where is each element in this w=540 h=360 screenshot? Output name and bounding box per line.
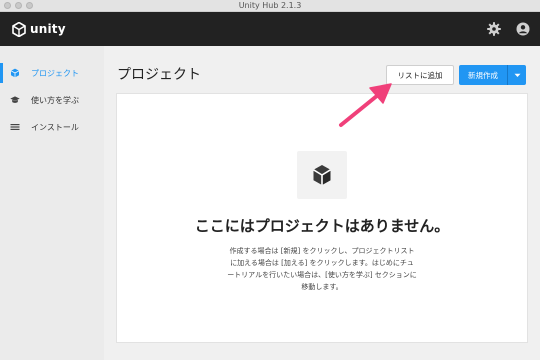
app-header: unity <box>0 12 540 46</box>
empty-state-icon-box <box>297 151 347 199</box>
unity-logo: unity <box>12 21 66 37</box>
logo-text: unity <box>30 22 66 36</box>
main-content: プロジェクト リストに追加 新規作成 ここにはプロジェクトはありません。 作成す… <box>104 46 540 360</box>
sidebar-item-label: インストール <box>31 122 79 132</box>
window-titlebar: Unity Hub 2.1.3 <box>0 0 540 12</box>
page-title: プロジェクト <box>117 67 201 83</box>
window-title: Unity Hub 2.1.3 <box>238 1 302 10</box>
gear-icon[interactable] <box>486 21 502 37</box>
sidebar-item-label: 使い方を学ぶ <box>31 95 79 105</box>
graduation-cap-icon <box>10 96 20 103</box>
add-to-list-button[interactable]: リストに追加 <box>386 65 454 85</box>
empty-state-description: 作成する場合は [新規] をクリックし、プロジェクトリストに加える場合は [加え… <box>227 247 417 291</box>
new-project-label: 新規作成 <box>468 70 498 80</box>
sidebar-item-installs[interactable]: インストール <box>0 114 104 140</box>
sidebar: プロジェクト 使い方を学ぶ インストール <box>0 46 104 360</box>
cube-icon <box>313 165 331 185</box>
account-icon[interactable] <box>515 21 531 37</box>
new-project-button[interactable]: 新規作成 <box>459 65 526 85</box>
sidebar-item-label: プロジェクト <box>31 68 79 78</box>
sidebar-item-projects[interactable]: プロジェクト <box>0 60 104 86</box>
sidebar-item-learn[interactable]: 使い方を学ぶ <box>0 87 104 113</box>
projects-panel: ここにはプロジェクトはありません。 作成する場合は [新規] をクリックし、プロ… <box>117 94 527 342</box>
list-icon <box>10 124 20 130</box>
cube-icon <box>10 68 20 78</box>
unity-logo-icon <box>12 21 26 37</box>
chevron-down-icon <box>514 73 520 77</box>
empty-state-title: ここにはプロジェクトはありません。 <box>194 217 450 235</box>
new-project-dropdown-button[interactable] <box>508 73 526 78</box>
